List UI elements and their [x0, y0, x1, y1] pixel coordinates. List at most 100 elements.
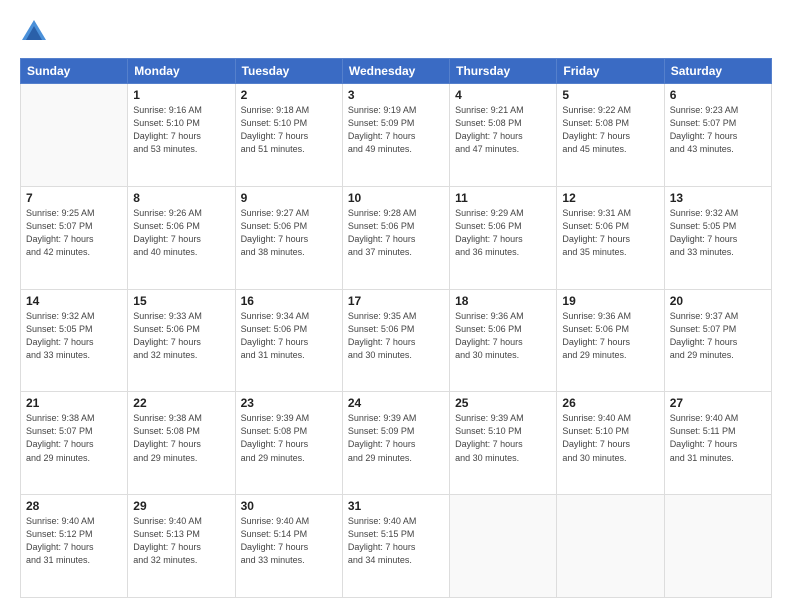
day-number: 30: [241, 499, 337, 513]
calendar-cell: 26 Sunrise: 9:40 AMSunset: 5:10 PMDayligh…: [557, 392, 664, 495]
day-number: 7: [26, 191, 122, 205]
day-number: 23: [241, 396, 337, 410]
day-info: Sunrise: 9:37 AMSunset: 5:07 PMDaylight:…: [670, 310, 766, 362]
day-info: Sunrise: 9:19 AMSunset: 5:09 PMDaylight:…: [348, 104, 444, 156]
day-info: Sunrise: 9:38 AMSunset: 5:07 PMDaylight:…: [26, 412, 122, 464]
logo: [20, 18, 54, 46]
weekday-header-wednesday: Wednesday: [342, 59, 449, 84]
day-info: Sunrise: 9:36 AMSunset: 5:06 PMDaylight:…: [455, 310, 551, 362]
calendar-cell: 30 Sunrise: 9:40 AMSunset: 5:14 PMDayligh…: [235, 495, 342, 598]
day-info: Sunrise: 9:31 AMSunset: 5:06 PMDaylight:…: [562, 207, 658, 259]
calendar-cell: [664, 495, 771, 598]
calendar-table: SundayMondayTuesdayWednesdayThursdayFrid…: [20, 58, 772, 598]
calendar-cell: 31 Sunrise: 9:40 AMSunset: 5:15 PMDayligh…: [342, 495, 449, 598]
calendar-cell: 20 Sunrise: 9:37 AMSunset: 5:07 PMDayligh…: [664, 289, 771, 392]
day-number: 26: [562, 396, 658, 410]
weekday-row: SundayMondayTuesdayWednesdayThursdayFrid…: [21, 59, 772, 84]
calendar-cell: 11Sunrise: 9:29 AMSunset: 5:06 PMDayligh…: [450, 186, 557, 289]
calendar-cell: [557, 495, 664, 598]
day-info: Sunrise: 9:26 AMSunset: 5:06 PMDaylight:…: [133, 207, 229, 259]
calendar-cell: 15 Sunrise: 9:33 AMSunset: 5:06 PMDayligh…: [128, 289, 235, 392]
day-number: 2: [241, 88, 337, 102]
day-info: Sunrise: 9:32 AMSunset: 5:05 PMDaylight:…: [26, 310, 122, 362]
calendar-cell: 18 Sunrise: 9:36 AMSunset: 5:06 PMDayligh…: [450, 289, 557, 392]
week-row-4: 21 Sunrise: 9:38 AMSunset: 5:07 PMDayligh…: [21, 392, 772, 495]
day-number: 8: [133, 191, 229, 205]
day-info: Sunrise: 9:33 AMSunset: 5:06 PMDaylight:…: [133, 310, 229, 362]
calendar-cell: 3 Sunrise: 9:19 AMSunset: 5:09 PMDaylight…: [342, 84, 449, 187]
calendar-cell: [21, 84, 128, 187]
day-info: Sunrise: 9:16 AMSunset: 5:10 PMDaylight:…: [133, 104, 229, 156]
calendar-header: SundayMondayTuesdayWednesdayThursdayFrid…: [21, 59, 772, 84]
calendar-cell: 17 Sunrise: 9:35 AMSunset: 5:06 PMDayligh…: [342, 289, 449, 392]
calendar-cell: 22 Sunrise: 9:38 AMSunset: 5:08 PMDayligh…: [128, 392, 235, 495]
calendar-cell: 23 Sunrise: 9:39 AMSunset: 5:08 PMDayligh…: [235, 392, 342, 495]
calendar-cell: 28Sunrise: 9:40 AMSunset: 5:12 PMDayligh…: [21, 495, 128, 598]
calendar-cell: 10Sunrise: 9:28 AMSunset: 5:06 PMDayligh…: [342, 186, 449, 289]
calendar-cell: 8 Sunrise: 9:26 AMSunset: 5:06 PMDaylight…: [128, 186, 235, 289]
day-info: Sunrise: 9:22 AMSunset: 5:08 PMDaylight:…: [562, 104, 658, 156]
day-number: 28: [26, 499, 122, 513]
calendar-cell: 19 Sunrise: 9:36 AMSunset: 5:06 PMDayligh…: [557, 289, 664, 392]
page: SundayMondayTuesdayWednesdayThursdayFrid…: [0, 0, 792, 612]
day-number: 17: [348, 294, 444, 308]
day-number: 27: [670, 396, 766, 410]
day-number: 22: [133, 396, 229, 410]
day-info: Sunrise: 9:27 AMSunset: 5:06 PMDaylight:…: [241, 207, 337, 259]
day-info: Sunrise: 9:39 AMSunset: 5:10 PMDaylight:…: [455, 412, 551, 464]
calendar-cell: 6Sunrise: 9:23 AMSunset: 5:07 PMDaylight…: [664, 84, 771, 187]
day-number: 25: [455, 396, 551, 410]
day-info: Sunrise: 9:40 AMSunset: 5:14 PMDaylight:…: [241, 515, 337, 567]
week-row-1: 1 Sunrise: 9:16 AMSunset: 5:10 PMDaylight…: [21, 84, 772, 187]
day-info: Sunrise: 9:28 AMSunset: 5:06 PMDaylight:…: [348, 207, 444, 259]
weekday-header-tuesday: Tuesday: [235, 59, 342, 84]
calendar-cell: 12Sunrise: 9:31 AMSunset: 5:06 PMDayligh…: [557, 186, 664, 289]
day-number: 19: [562, 294, 658, 308]
day-info: Sunrise: 9:34 AMSunset: 5:06 PMDaylight:…: [241, 310, 337, 362]
day-number: 1: [133, 88, 229, 102]
day-number: 6: [670, 88, 766, 102]
day-number: 29: [133, 499, 229, 513]
calendar-cell: 21 Sunrise: 9:38 AMSunset: 5:07 PMDayligh…: [21, 392, 128, 495]
week-row-3: 14 Sunrise: 9:32 AMSunset: 5:05 PMDayligh…: [21, 289, 772, 392]
calendar-cell: 14 Sunrise: 9:32 AMSunset: 5:05 PMDayligh…: [21, 289, 128, 392]
day-info: Sunrise: 9:40 AMSunset: 5:13 PMDaylight:…: [133, 515, 229, 567]
day-number: 16: [241, 294, 337, 308]
day-number: 20: [670, 294, 766, 308]
day-number: 21: [26, 396, 122, 410]
day-number: 4: [455, 88, 551, 102]
day-info: Sunrise: 9:32 AMSunset: 5:05 PMDaylight:…: [670, 207, 766, 259]
weekday-header-saturday: Saturday: [664, 59, 771, 84]
day-number: 31: [348, 499, 444, 513]
day-info: Sunrise: 9:21 AMSunset: 5:08 PMDaylight:…: [455, 104, 551, 156]
calendar-cell: 24 Sunrise: 9:39 AMSunset: 5:09 PMDayligh…: [342, 392, 449, 495]
day-info: Sunrise: 9:38 AMSunset: 5:08 PMDaylight:…: [133, 412, 229, 464]
calendar-cell: 2 Sunrise: 9:18 AMSunset: 5:10 PMDaylight…: [235, 84, 342, 187]
day-info: Sunrise: 9:40 AMSunset: 5:10 PMDaylight:…: [562, 412, 658, 464]
calendar-cell: 27 Sunrise: 9:40 AMSunset: 5:11 PMDayligh…: [664, 392, 771, 495]
day-number: 15: [133, 294, 229, 308]
logo-icon: [20, 18, 48, 46]
day-info: Sunrise: 9:39 AMSunset: 5:09 PMDaylight:…: [348, 412, 444, 464]
day-number: 3: [348, 88, 444, 102]
calendar-cell: 7Sunrise: 9:25 AMSunset: 5:07 PMDaylight…: [21, 186, 128, 289]
day-number: 13: [670, 191, 766, 205]
week-row-5: 28Sunrise: 9:40 AMSunset: 5:12 PMDayligh…: [21, 495, 772, 598]
calendar-cell: 29 Sunrise: 9:40 AMSunset: 5:13 PMDayligh…: [128, 495, 235, 598]
day-info: Sunrise: 9:35 AMSunset: 5:06 PMDaylight:…: [348, 310, 444, 362]
day-number: 24: [348, 396, 444, 410]
day-info: Sunrise: 9:40 AMSunset: 5:11 PMDaylight:…: [670, 412, 766, 464]
day-number: 5: [562, 88, 658, 102]
day-info: Sunrise: 9:39 AMSunset: 5:08 PMDaylight:…: [241, 412, 337, 464]
calendar-cell: [450, 495, 557, 598]
day-number: 18: [455, 294, 551, 308]
calendar-cell: 16 Sunrise: 9:34 AMSunset: 5:06 PMDayligh…: [235, 289, 342, 392]
weekday-header-thursday: Thursday: [450, 59, 557, 84]
day-number: 14: [26, 294, 122, 308]
day-info: Sunrise: 9:40 AMSunset: 5:15 PMDaylight:…: [348, 515, 444, 567]
day-info: Sunrise: 9:36 AMSunset: 5:06 PMDaylight:…: [562, 310, 658, 362]
weekday-header-monday: Monday: [128, 59, 235, 84]
header: [20, 18, 772, 46]
calendar-cell: 4 Sunrise: 9:21 AMSunset: 5:08 PMDaylight…: [450, 84, 557, 187]
day-info: Sunrise: 9:18 AMSunset: 5:10 PMDaylight:…: [241, 104, 337, 156]
